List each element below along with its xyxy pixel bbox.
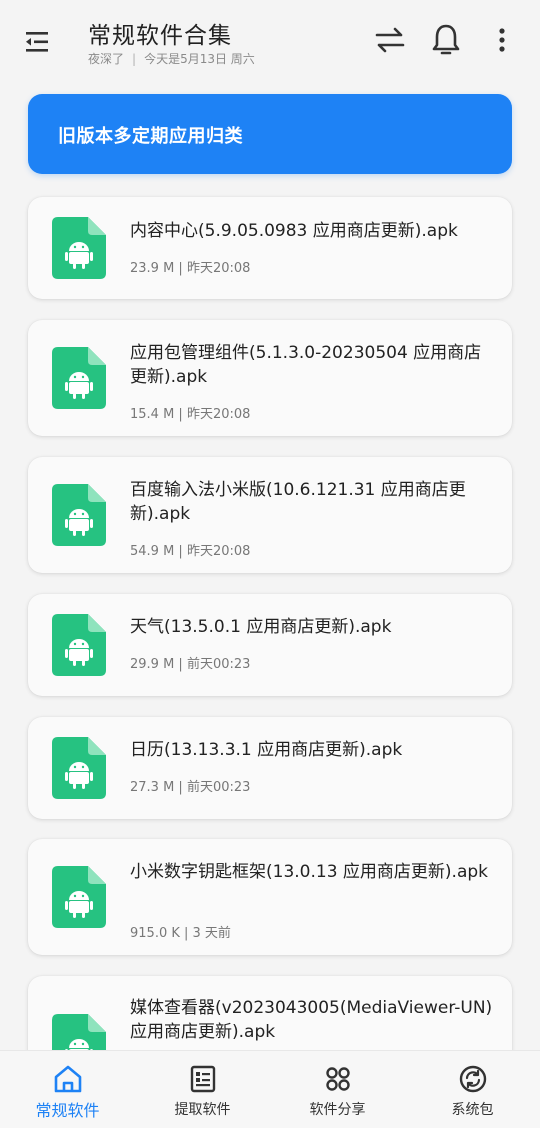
nav-label: 常规软件 [35,1101,100,1120]
menu-collapse-icon[interactable] [22,28,56,56]
android-apk-icon [52,614,106,676]
android-apk-icon [52,347,106,409]
android-apk-icon [52,737,106,799]
greeting-text: 夜深了 [88,52,125,66]
file-card[interactable]: 百度输入法小米版(10.6.121.31 应用商店更新).apk 54.9 M … [28,457,512,573]
android-apk-icon [52,1014,106,1050]
grid-dots-icon [322,1063,354,1095]
nav-label: 系统包 [451,1102,494,1118]
nav-label: 提取软件 [174,1102,231,1118]
android-apk-icon [52,866,106,928]
file-card[interactable]: 天气(13.5.0.1 应用商店更新).apk 29.9 M | 前天00:23 [28,594,512,696]
nav-tab-software-share[interactable]: 软件分享 [270,1051,405,1128]
swap-arrows-icon[interactable] [372,22,408,58]
file-name: 内容中心(5.9.05.0983 应用商店更新).apk [130,221,458,241]
file-card[interactable]: 应用包管理组件(5.1.3.0-20230504 应用商店更新).apk 15.… [28,320,512,436]
nav-tab-system-package[interactable]: 系统包 [405,1051,540,1128]
file-meta: 23.9 M | 昨天20:08 [130,261,251,276]
file-meta: 15.4 M | 昨天20:08 [130,407,251,422]
app-header: 常规软件合集 夜深了 | 今天是5月13日 周六 [0,0,540,80]
file-card[interactable]: 小米数字钥匙框架(13.0.13 应用商店更新).apk 915.0 K | 3… [28,839,512,955]
android-apk-icon [52,484,106,546]
file-name: 天气(13.5.0.1 应用商店更新).apk [130,617,392,637]
old-version-banner[interactable]: 旧版本多定期应用归类 [28,94,512,174]
page-title: 常规软件合集 [88,23,232,49]
date-text: 今天是5月13日 周六 [144,52,255,66]
bell-icon[interactable] [428,22,464,58]
nav-tab-regular-software[interactable]: 常规软件 [0,1051,135,1128]
home-icon [52,1063,84,1095]
file-list-area[interactable]: 旧版本多定期应用归类 内容中心(5.9.05.0983 应用商店更新).apk … [0,80,540,1050]
file-meta: 915.0 K | 3 天前 [130,926,231,941]
list-doc-icon [187,1063,219,1095]
refresh-circle-icon [457,1063,489,1095]
file-name: 百度输入法小米版(10.6.121.31 应用商店更新).apk [130,480,466,524]
file-meta: 27.3 M | 前天00:23 [130,780,251,795]
more-vertical-icon[interactable] [484,22,520,58]
file-name: 日历(13.13.3.1 应用商店更新).apk [130,740,403,760]
greeting-subtitle: 夜深了 | 今天是5月13日 周六 [88,50,255,67]
subtitle-separator: | [132,52,137,66]
android-apk-icon [52,217,106,279]
bottom-navigation: 常规软件 提取软件 软件分享 系统包 [0,1050,540,1128]
nav-tab-extract-software[interactable]: 提取软件 [135,1051,270,1128]
file-meta: 54.9 M | 昨天20:08 [130,544,251,559]
file-card[interactable]: 内容中心(5.9.05.0983 应用商店更新).apk 23.9 M | 昨天… [28,197,512,299]
file-name: 应用包管理组件(5.1.3.0-20230504 应用商店更新).apk [130,343,482,387]
nav-label: 软件分享 [309,1102,366,1118]
file-card[interactable]: 日历(13.13.3.1 应用商店更新).apk 27.3 M | 前天00:2… [28,717,512,819]
file-name: 媒体查看器(v2023043005(MediaViewer-UN) 应用商店更新… [130,998,493,1042]
file-name: 小米数字钥匙框架(13.0.13 应用商店更新).apk [130,862,489,882]
file-card[interactable]: 媒体查看器(v2023043005(MediaViewer-UN) 应用商店更新… [28,976,512,1050]
file-meta: 29.9 M | 前天00:23 [130,657,251,672]
